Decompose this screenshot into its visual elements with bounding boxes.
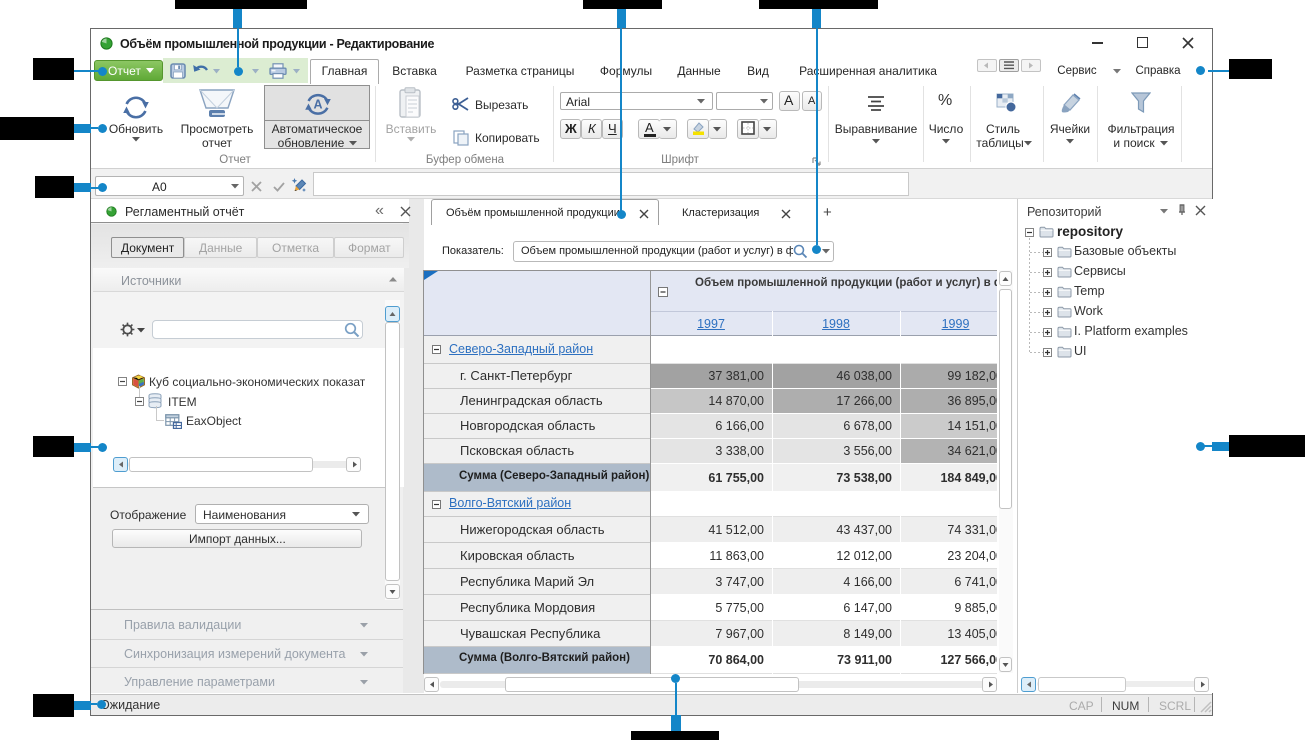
svg-text:A: A: [313, 98, 322, 112]
